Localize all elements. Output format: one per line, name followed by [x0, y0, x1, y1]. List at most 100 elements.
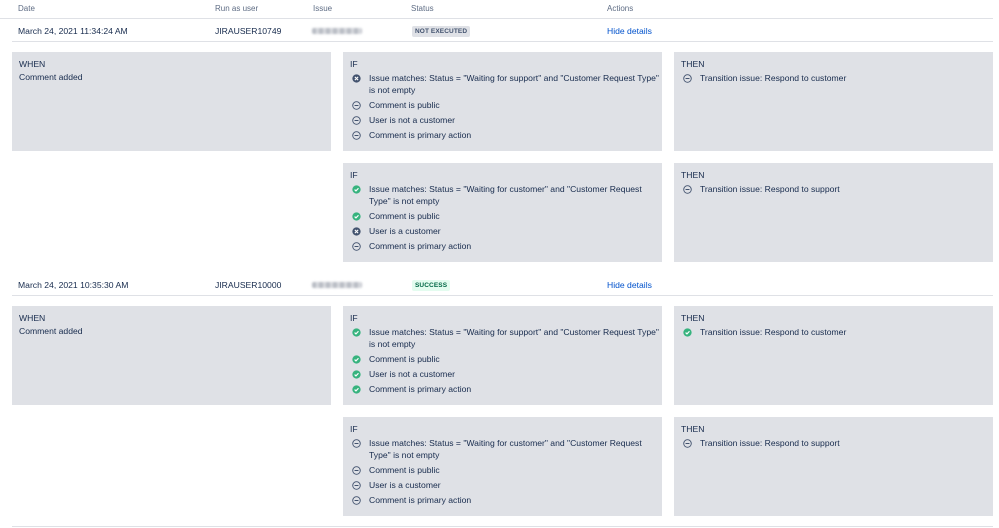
- then-panel: THEN Transition issue: Respond to custom…: [674, 52, 993, 151]
- minus-circle-icon: [352, 481, 361, 490]
- condition-text: User is not a customer: [369, 369, 455, 379]
- condition-text: Comment is primary action: [369, 384, 472, 394]
- minus-circle-icon: [352, 496, 361, 505]
- minus-circle-icon: [352, 116, 361, 125]
- condition-item: Issue matches: Status = "Waiting for cus…: [350, 437, 659, 461]
- condition-text: Comment is primary action: [369, 241, 472, 251]
- condition-item: Issue matches: Status = "Waiting for sup…: [350, 326, 659, 350]
- check-circle-icon: [352, 212, 361, 221]
- status-badge: SUCCESS: [412, 280, 451, 291]
- if-title: IF: [350, 170, 358, 180]
- minus-circle-icon: [683, 185, 692, 194]
- check-circle-icon: [683, 328, 692, 337]
- condition-text: Comment is public: [369, 354, 440, 364]
- condition-text: User is a customer: [369, 480, 441, 490]
- condition-item: User is not a customer: [350, 114, 659, 126]
- when-title: WHEN: [19, 59, 46, 69]
- column-header-run-as-user: Run as user: [215, 4, 259, 13]
- minus-circle-icon: [352, 439, 361, 448]
- issue-key-redacted[interactable]: [312, 28, 362, 34]
- action-text: Transition issue: Respond to customer: [700, 327, 847, 337]
- if-panel: IF Issue matches: Status = "Waiting for …: [343, 52, 662, 151]
- column-header-status: Status: [411, 4, 434, 13]
- condition-text: User is a customer: [369, 226, 441, 236]
- condition-text: Comment is primary action: [369, 130, 472, 140]
- table-header: Date Run as user Issue Status Actions: [0, 0, 993, 19]
- if-panel: IF Issue matches: Status = "Waiting for …: [343, 163, 662, 262]
- when-panel: WHEN Comment added: [12, 52, 331, 151]
- condition-item: User is not a customer: [350, 368, 659, 380]
- condition-item: Issue matches: Status = "Waiting for cus…: [350, 183, 659, 207]
- table-row: March 24, 2021 11:34:24 AM JIRAUSER10749…: [12, 19, 993, 42]
- minus-circle-icon: [683, 74, 692, 83]
- condition-text: Comment is public: [369, 465, 440, 475]
- condition-item: Comment is primary action: [350, 240, 659, 252]
- condition-text: Issue matches: Status = "Waiting for cus…: [369, 438, 642, 460]
- action-item: Transition issue: Respond to customer: [681, 72, 999, 84]
- column-header-issue: Issue: [313, 4, 333, 13]
- column-header-date: Date: [18, 4, 35, 13]
- status-badge: NOT EXECUTED: [412, 26, 471, 37]
- when-panel: WHEN Comment added: [12, 306, 331, 405]
- minus-circle-icon: [352, 131, 361, 140]
- action-item: Transition issue: Respond to support: [681, 183, 999, 195]
- then-panel: THEN Transition issue: Respond to suppor…: [674, 417, 993, 516]
- then-title: THEN: [681, 170, 705, 180]
- check-circle-icon: [352, 370, 361, 379]
- then-title: THEN: [681, 313, 705, 323]
- condition-text: User is not a customer: [369, 115, 455, 125]
- condition-text: Issue matches: Status = "Waiting for sup…: [369, 73, 659, 95]
- condition-item: User is a customer: [350, 479, 659, 491]
- x-circle-icon: [352, 74, 361, 83]
- log-date: March 24, 2021 10:35:30 AM: [18, 280, 129, 290]
- column-header-actions: Actions: [607, 4, 634, 13]
- if-title: IF: [350, 59, 358, 69]
- log-user: JIRAUSER10749: [215, 26, 282, 36]
- condition-item: Comment is public: [350, 99, 659, 111]
- then-panel: THEN Transition issue: Respond to suppor…: [674, 163, 993, 262]
- minus-circle-icon: [352, 466, 361, 475]
- condition-text: Issue matches: Status = "Waiting for cus…: [369, 184, 642, 206]
- condition-item: Comment is public: [350, 353, 659, 365]
- log-date: March 24, 2021 11:34:24 AM: [18, 26, 128, 36]
- condition-item: Comment is primary action: [350, 494, 659, 506]
- condition-text: Issue matches: Status = "Waiting for sup…: [369, 327, 659, 349]
- x-circle-icon: [352, 227, 361, 236]
- if-title: IF: [350, 424, 358, 434]
- then-panel: THEN Transition issue: Respond to custom…: [674, 306, 993, 405]
- action-text: Transition issue: Respond to customer: [700, 73, 847, 83]
- log-user: JIRAUSER10000: [215, 280, 282, 290]
- action-text: Transition issue: Respond to support: [700, 438, 840, 448]
- condition-item: Comment is public: [350, 464, 659, 476]
- condition-item: Issue matches: Status = "Waiting for sup…: [350, 72, 659, 96]
- check-circle-icon: [352, 185, 361, 194]
- then-title: THEN: [681, 59, 705, 69]
- condition-text: Comment is public: [369, 100, 440, 110]
- issue-key-redacted[interactable]: [312, 282, 362, 288]
- table-bottom-divider: [12, 526, 993, 527]
- action-item: Transition issue: Respond to support: [681, 437, 999, 449]
- if-title: IF: [350, 313, 358, 323]
- if-panel: IF Issue matches: Status = "Waiting for …: [343, 306, 662, 405]
- condition-item: Comment is primary action: [350, 383, 659, 395]
- condition-item: Comment is primary action: [350, 129, 659, 141]
- minus-circle-icon: [683, 439, 692, 448]
- check-circle-icon: [352, 385, 361, 394]
- minus-circle-icon: [352, 242, 361, 251]
- condition-item: Comment is public: [350, 210, 659, 222]
- condition-text: Comment is primary action: [369, 495, 472, 505]
- check-circle-icon: [352, 328, 361, 337]
- check-circle-icon: [352, 355, 361, 364]
- if-panel: IF Issue matches: Status = "Waiting for …: [343, 417, 662, 516]
- hide-details-link[interactable]: Hide details: [607, 280, 652, 290]
- action-item: Transition issue: Respond to customer: [681, 326, 999, 338]
- hide-details-link[interactable]: Hide details: [607, 26, 652, 36]
- then-title: THEN: [681, 424, 705, 434]
- when-trigger: Comment added: [19, 326, 83, 336]
- condition-text: Comment is public: [369, 211, 440, 221]
- when-trigger: Comment added: [19, 72, 83, 82]
- minus-circle-icon: [352, 101, 361, 110]
- table-row: March 24, 2021 10:35:30 AM JIRAUSER10000…: [12, 273, 993, 296]
- action-text: Transition issue: Respond to support: [700, 184, 840, 194]
- when-title: WHEN: [19, 313, 46, 323]
